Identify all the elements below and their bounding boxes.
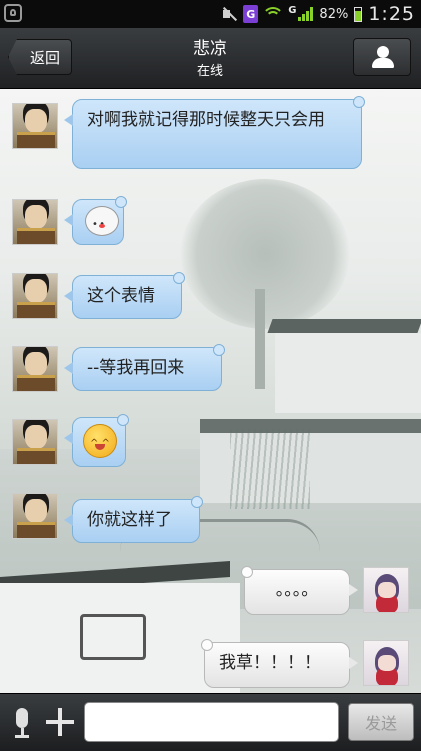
user-avatar[interactable] [363,567,409,613]
clock: 1:25 [368,3,415,25]
cloud-face-icon [85,206,119,238]
send-button[interactable]: 发送 [348,703,414,741]
message-text: --等我再回来 [87,358,185,378]
profile-button[interactable] [353,38,411,76]
back-button[interactable]: 返回 [8,39,72,75]
contact-avatar[interactable] [12,273,58,319]
contact-name: 悲凉 [193,39,227,59]
microphone-icon[interactable] [10,708,34,738]
user-avatar[interactable] [363,640,409,686]
message-bubble-incoming[interactable]: 这个表情 [64,272,185,319]
contact-avatar[interactable] [12,346,58,392]
chat-header: 返回 悲凉 在线 [0,28,421,89]
message-bubble-outgoing[interactable]: 。。。。 [241,566,358,615]
person-icon [377,46,389,58]
contact-avatar[interactable] [12,199,58,245]
network-type: G [288,4,297,16]
message-bubble-incoming[interactable] [64,196,127,245]
contact-status: 在线 [196,64,223,79]
message-bubble-incoming[interactable]: 对啊我就记得那时候整天只会用 [64,96,365,169]
signal-icon [298,7,314,21]
message-text: 对啊我就记得那时候整天只会用 [87,110,325,130]
message-bubble-incoming[interactable]: 你就这样了 [64,496,203,543]
app-notification-icon [4,4,22,22]
message-text: 。。。。 [275,580,319,600]
plus-icon[interactable] [46,708,74,736]
contact-avatar[interactable] [12,103,58,149]
battery-icon [354,6,363,22]
status-bar: G G 82% 1:25 [0,0,421,28]
message-text: 你就这样了 [87,510,172,530]
message-input[interactable] [84,702,339,742]
message-bubble-incoming[interactable] [64,414,129,467]
message-text: 我草！！！！ [219,653,321,673]
smiley-face-icon [83,424,117,458]
mute-icon [221,6,237,22]
contact-avatar[interactable] [12,419,58,465]
message-bubble-incoming[interactable]: --等我再回来 [64,344,225,391]
chat-area[interactable]: 对啊我就记得那时候整天只会用 这个表情 --等我再回来 你就这样了 。。。。 我… [0,89,421,693]
wifi-icon [262,7,285,21]
message-bubble-outgoing[interactable]: 我草！！！！ [201,639,358,688]
input-bar: 发送 [0,693,421,751]
app-g-icon: G [243,5,259,23]
message-text: 这个表情 [87,286,155,306]
contact-avatar[interactable] [12,493,58,539]
battery-percent: 82% [319,6,349,22]
